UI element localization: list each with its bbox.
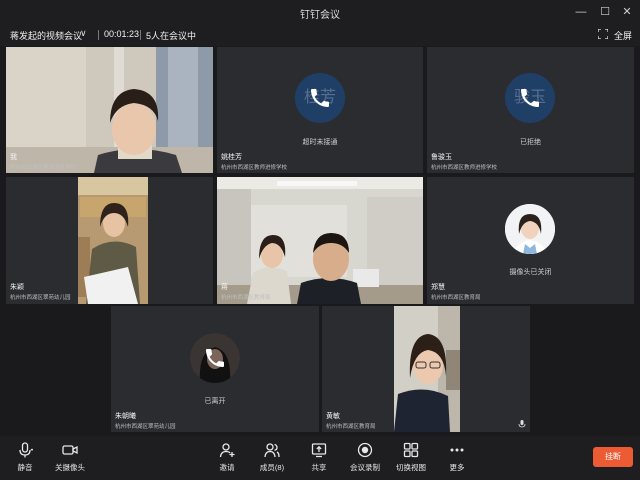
mute-label: 静音 [17,463,33,472]
members-icon [264,443,280,458]
participant-tile-me[interactable]: 我 杭州市西湖区教师进修学校 [6,47,213,173]
record-label: 会议录制 [350,463,380,472]
participant-tile-zhuchaoxi[interactable]: 已离开 朱朝曦 杭州市西湖区翠苑幼儿园 [111,306,319,432]
participant-org: 杭州市西湖区教育局 [326,424,376,430]
switch-view-button[interactable]: 切换视图 [386,436,436,480]
call-status: 已离开 [204,398,226,405]
participant-name: 郑慧 [431,284,445,291]
close-button[interactable]: ✕ [618,4,636,20]
participant-name: 朱颖 [10,284,24,291]
members-button[interactable]: 成员(8) [247,436,297,480]
fullscreen-label: 全屏 [614,31,633,41]
mute-button[interactable]: 静音 [0,436,50,480]
participant-video [217,177,423,304]
microphone-icon [518,420,526,428]
phone-icon [311,89,329,107]
participant-name: 鲁骏玉 [431,154,452,161]
invite-button[interactable]: 邀请 [202,436,252,480]
avatar: 桂芳 [295,73,345,123]
members-label: 成员(8) [259,463,285,472]
microphone-icon [19,442,33,458]
participant-org: 杭州市西湖区教师进修学校 [431,165,498,171]
add-user-icon [219,443,235,458]
switch-view-label: 切换视图 [396,463,426,472]
participant-tile-zhuying[interactable]: 朱颖 杭州市西湖区翠苑幼儿园 [6,177,213,304]
camera-button[interactable]: 关摄像头 [45,436,95,480]
participant-video [78,177,148,304]
grid-view-icon [403,442,419,458]
chevron-down-icon[interactable]: ∨ [80,28,87,39]
participant-tile-yao[interactable]: 桂芳 超时未接通 姚桂芳 杭州市西湖区教师进修学校 [217,47,423,173]
call-status: 超时未接通 [302,139,338,146]
participant-org: 杭州市西湖区教育局 [431,295,481,301]
participant-org: 杭州市西湖区教育局 [221,295,271,301]
more-icon [450,448,464,452]
share-label: 共享 [311,463,327,472]
more-button[interactable]: 更多 [432,436,482,480]
participant-name: 姚桂芳 [221,154,242,161]
participant-name: 朱朝曦 [115,413,136,420]
participant-org: 杭州市西湖区教师进修学校 [221,165,288,171]
participant-name: 黄敏 [326,413,340,420]
participant-tile-lu[interactable]: 骏玉 已拒绝 鲁骏玉 杭州市西湖区教师进修学校 [427,47,634,173]
participant-video [6,47,213,173]
meeting-name[interactable]: 蒋发起的视频会议 [10,29,82,42]
record-button[interactable]: 会议录制 [340,436,390,480]
share-screen-icon [311,443,327,458]
phone-icon [521,89,539,107]
title-bar: 钉钉会议 — ☐ ✕ [0,0,640,24]
participant-name: 我 [10,154,17,161]
meeting-timer: 00:01:23 [104,29,140,39]
participant-tile-jiang[interactable]: 蒋 杭州市西湖区教育局 [217,177,423,304]
participant-count: 5人在会议中 [146,31,197,41]
participant-tile-zhenghui[interactable]: 摄像头已关闭 郑慧 杭州市西湖区教育局 [427,177,634,304]
avatar: 骏玉 [505,73,555,123]
participant-org: 杭州市西湖区翠苑幼儿园 [10,295,71,301]
invite-label: 邀请 [219,463,235,472]
hangup-button[interactable]: 挂断 [593,447,633,467]
meeting-info-bar: 蒋发起的视频会议 ∨ 00:01:23 5人在会议中 全屏 [0,24,640,46]
divider [140,30,141,40]
call-status: 已拒绝 [520,139,541,146]
call-status: 摄像头已关闭 [509,269,552,276]
minimize-button[interactable]: — [572,4,590,20]
more-label: 更多 [449,463,465,472]
share-button[interactable]: 共享 [294,436,344,480]
avatar [505,204,555,254]
participant-tile-huangmin[interactable]: 黄敏 杭州市西湖区教育局 [322,306,530,432]
participant-org: 杭州市西湖区教师进修学校 [10,165,77,171]
meeting-toolbar: 静音 关摄像头 邀请 成员(8) 共享 会议录制 切换视图 更多 [0,436,640,480]
camera-icon [62,445,78,455]
phone-icon [206,349,224,367]
window-title: 钉钉会议 [300,10,340,21]
record-icon [357,442,373,458]
participant-org: 杭州市西湖区翠苑幼儿园 [115,424,176,430]
participant-video [394,306,460,432]
avatar [190,333,240,383]
divider [98,30,99,40]
camera-label: 关摄像头 [55,463,85,472]
fullscreen-icon [598,29,608,39]
maximize-button[interactable]: ☐ [596,4,614,20]
participant-name: 蒋 [221,284,228,291]
